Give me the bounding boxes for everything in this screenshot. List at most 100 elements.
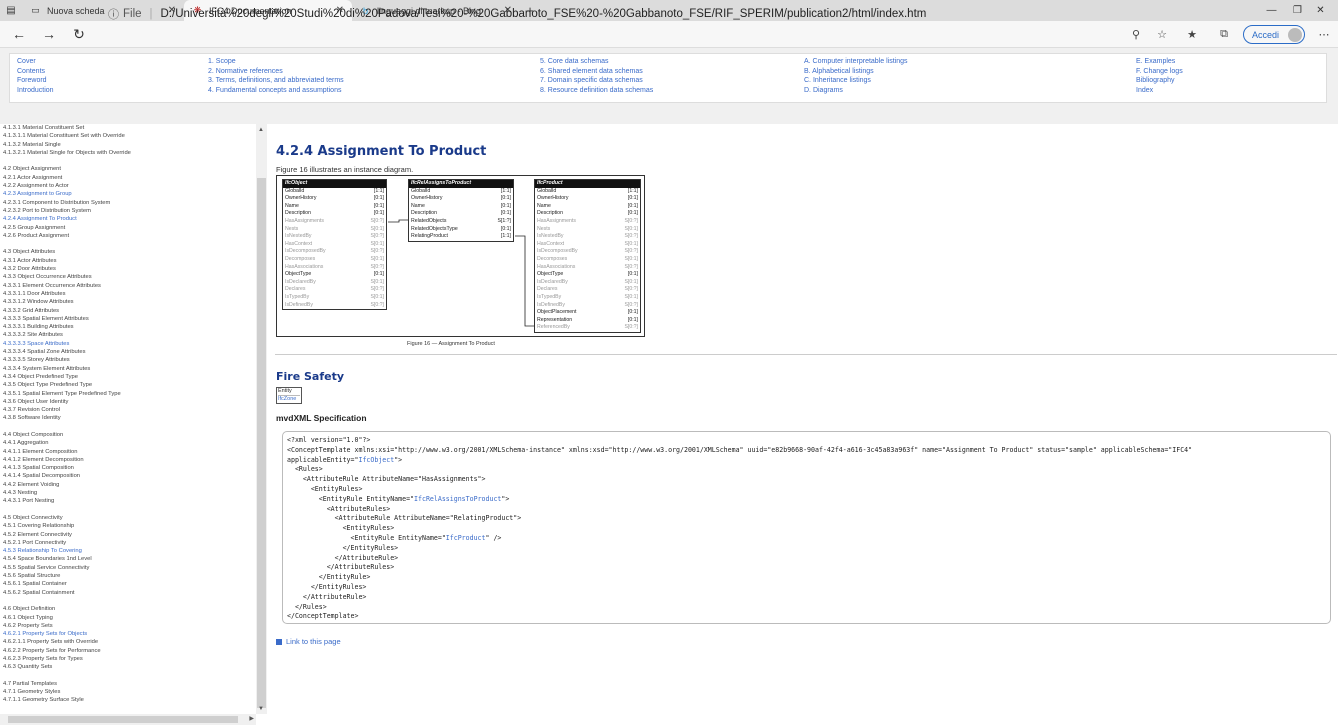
header-link[interactable]: 7. Domain specific data schemas [540, 76, 653, 86]
toc-item[interactable]: 4.2.2 Assignment to Actor [3, 182, 253, 190]
toc-item[interactable]: 4.3.3.4 System Element Attributes [3, 365, 253, 373]
header-link[interactable]: E. Examples [1136, 57, 1183, 67]
toc-vertical-scrollbar[interactable]: ▲ ▼ [256, 124, 267, 714]
toc-item[interactable]: 4.3.5 Object Type Predefined Type [3, 381, 253, 389]
toc-item[interactable]: 4.3.4 Object Predefined Type [3, 373, 253, 381]
toc-item[interactable]: 4.3.3.3 Spatial Element Attributes [3, 315, 253, 323]
toc-item[interactable]: 4.1.3.2 Material Single [3, 141, 253, 149]
toc-item[interactable]: 4.6.1 Object Typing [3, 614, 253, 622]
toc-item[interactable]: 4.3.3.3.5 Storey Attributes [3, 356, 253, 364]
toc-item[interactable]: 4.5.3 Relationship To Covering [3, 547, 253, 555]
toc-item[interactable]: 4.7 Partial Templates [3, 680, 253, 688]
header-link[interactable]: C. Inheritance listings [804, 76, 908, 86]
toc-item[interactable]: 4.3.3 Object Occurrence Attributes [3, 273, 253, 281]
collections-icon[interactable]: ⧉ [1212, 21, 1236, 48]
toc-item[interactable]: 4.4.1.3 Spatial Composition [3, 464, 253, 472]
toc-item[interactable]: 4.6.3 Quantity Sets [3, 663, 253, 671]
header-link[interactable]: 8. Resource definition data schemas [540, 86, 653, 96]
toc-item[interactable]: 4.3.3.3.3 Space Attributes [3, 340, 253, 348]
toc-item[interactable]: 4.5 Object Connectivity [3, 514, 253, 522]
header-link[interactable]: Foreword [17, 76, 54, 86]
toc-item[interactable]: 4.2.6 Product Assignment [3, 232, 253, 240]
entity-link[interactable]: IfcZone [278, 396, 300, 403]
more-icon[interactable]: ⋯ [1312, 21, 1336, 48]
header-link[interactable]: 3. Terms, definitions, and abbreviated t… [208, 76, 344, 86]
header-link[interactable]: A. Computer interpretable listings [804, 57, 908, 67]
toc-item[interactable]: 4.3.6 Object User Identity [3, 398, 253, 406]
toc-item[interactable]: 4.3.5.1 Spatial Element Type Predefined … [3, 390, 253, 398]
toc-item[interactable]: 4.5.2.1 Port Connectivity [3, 539, 253, 547]
header-link[interactable]: 6. Shared element data schemas [540, 67, 653, 77]
toc-item[interactable]: 4.4.1 Aggregation [3, 439, 253, 447]
toc-item[interactable]: 4.3 Object Attributes [3, 248, 253, 256]
toc-item[interactable]: 4.2 Object Assignment [3, 165, 253, 173]
accedi-button[interactable]: Accedi [1243, 25, 1305, 44]
toc-item[interactable]: 4.4.3 Nesting [3, 489, 253, 497]
toc-item[interactable]: 4.2.5 Group Assignment [3, 224, 253, 232]
toc-item[interactable]: 4.5.4 Space Boundaries 1nd Level [3, 555, 253, 563]
toc-item[interactable]: 4.4.3.1 Port Nesting [3, 497, 253, 505]
toc-item[interactable]: 4.6.2.2 Property Sets for Performance [3, 647, 253, 655]
zoom-icon[interactable]: ⚲ [1124, 21, 1148, 48]
header-link[interactable]: F. Change logs [1136, 67, 1183, 77]
header-link[interactable]: 4. Fundamental concepts and assumptions [208, 86, 344, 96]
link-to-page[interactable]: Link to this page [276, 637, 341, 646]
toc-item[interactable]: 4.1.3.1 Material Constituent Set [3, 124, 253, 132]
toc-item[interactable]: 4.3.3.1.2 Window Attributes [3, 298, 253, 306]
header-link[interactable]: Cover [17, 57, 54, 67]
scrollbar-thumb[interactable] [257, 178, 266, 708]
scrollbar-thumb[interactable] [8, 716, 238, 723]
toc-item[interactable]: 4.4.1.4 Spatial Decomposition [3, 472, 253, 480]
scroll-down-icon[interactable]: ▼ [258, 706, 264, 712]
toc-item[interactable]: 4.3.8 Software Identity [3, 414, 253, 422]
toc-item[interactable]: 4.3.7 Revision Control [3, 406, 253, 414]
toc-item[interactable]: 4.5.2 Element Connectivity [3, 531, 253, 539]
toc-item[interactable]: 4.7.1.1 Geometry Surface Style [3, 696, 253, 704]
toc-item[interactable]: 4.6.2.1.1 Property Sets with Override [3, 638, 253, 646]
toc-item[interactable]: 4.3.3.2 Grid Attributes [3, 307, 253, 315]
toc-item[interactable]: 4.2.3 Assignment to Group [3, 190, 253, 198]
scroll-up-icon[interactable]: ▲ [258, 127, 264, 133]
toc-item[interactable]: 4.5.1 Covering Relationship [3, 522, 253, 530]
toc-item[interactable]: 4.3.3.3.1 Building Attributes [3, 323, 253, 331]
back-icon[interactable]: ← [4, 21, 34, 48]
toc-item[interactable]: 4.6 Object Definition [3, 605, 253, 613]
toc-item[interactable]: 4.7.1 Geometry Styles [3, 688, 253, 696]
toc-item[interactable]: 4.4.2 Element Voiding [3, 481, 253, 489]
header-link[interactable]: B. Alphabetical listings [804, 67, 908, 77]
toc-item[interactable]: 4.1.3.2.1 Material Single for Objects wi… [3, 149, 253, 157]
scroll-right-icon[interactable]: ▶ [249, 715, 254, 722]
toc-item[interactable]: 4.3.3.1 Element Occurrence Attributes [3, 282, 253, 290]
forward-icon[interactable]: → [34, 21, 64, 48]
toc-item[interactable]: 4.3.3.1.1 Door Attributes [3, 290, 253, 298]
address-field[interactable]: ⓘ File | D:/Università%20degli%20Studi%2… [108, 4, 1118, 23]
toc-item[interactable]: 4.2.1 Actor Assignment [3, 174, 253, 182]
toc-item[interactable]: 4.1.3.1.1 Material Constituent Set with … [3, 132, 253, 140]
toc-item[interactable]: 4.5.5 Spatial Service Connectivity [3, 564, 253, 572]
header-link[interactable]: Introduction [17, 86, 54, 96]
toc-item[interactable]: 4.3.1 Actor Attributes [3, 257, 253, 265]
header-link[interactable]: 2. Normative references [208, 67, 344, 77]
header-link[interactable]: Contents [17, 67, 54, 77]
toc-item[interactable]: 4.4.1.1 Element Composition [3, 448, 253, 456]
toc-item[interactable]: 4.2.3.2 Port to Distribution System [3, 207, 253, 215]
header-link[interactable]: Index [1136, 86, 1183, 96]
toc-item[interactable]: 4.5.6.2 Spatial Containment [3, 589, 253, 597]
toc-item[interactable]: 4.5.6 Spatial Structure [3, 572, 253, 580]
close-window-icon[interactable]: ✕ [1303, 0, 1338, 21]
header-link[interactable]: Bibliography [1136, 76, 1183, 86]
toc-item[interactable]: 4.3.2 Door Attributes [3, 265, 253, 273]
toc-item[interactable]: 4.6.2.1 Property Sets for Objects [3, 630, 253, 638]
toc-item[interactable]: 4.6.2 Property Sets [3, 622, 253, 630]
toc-item[interactable]: 4.2.3.1 Component to Distribution System [3, 199, 253, 207]
toc-item[interactable]: 4.2.4 Assignment To Product [3, 215, 253, 223]
header-link[interactable]: 1. Scope [208, 57, 344, 67]
toc-horizontal-scrollbar[interactable]: ▶ [0, 714, 256, 725]
toc-item[interactable]: 4.3.3.3.2 Site Attributes [3, 331, 253, 339]
header-link[interactable]: D. Diagrams [804, 86, 908, 96]
toc-item[interactable]: 4.3.3.3.4 Spatial Zone Attributes [3, 348, 253, 356]
toc-item[interactable]: 4.4.1.2 Element Decomposition [3, 456, 253, 464]
header-link[interactable]: 5. Core data schemas [540, 57, 653, 67]
toc-item[interactable]: 4.6.2.3 Property Sets for Types [3, 655, 253, 663]
toc-item[interactable]: 4.5.6.1 Spatial Container [3, 580, 253, 588]
